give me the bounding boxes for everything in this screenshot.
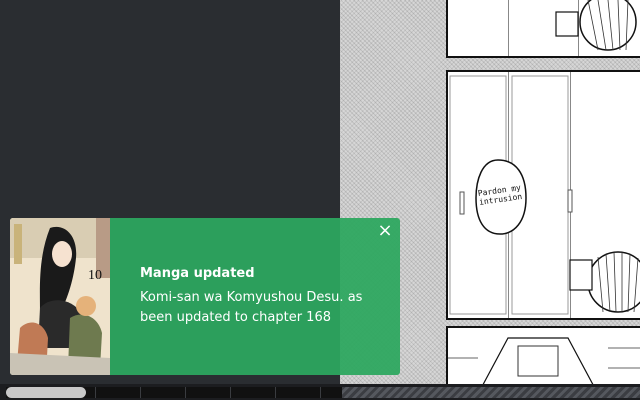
scrollbar-track-unloaded — [342, 387, 640, 398]
update-notification-toast[interactable]: 10 Manga updated Komi-san wa Komyushou D… — [10, 218, 400, 375]
manga-reader-view: Pardon my intrusion 10 Manga updated Kom… — [0, 0, 640, 400]
notification-title: Manga updated — [140, 266, 255, 281]
scrollbar-track[interactable] — [6, 387, 640, 398]
manga-cover-thumbnail: 10 — [10, 218, 110, 375]
notification-message: Komi-san wa Komyushou Desu. as been upda… — [140, 290, 363, 325]
cover-volume-label: 10 — [88, 268, 102, 283]
close-icon[interactable]: × — [376, 222, 394, 240]
manga-panel-top — [446, 0, 640, 58]
scrollbar-thumb[interactable] — [6, 387, 86, 398]
page-progress-scrollbar[interactable] — [0, 384, 640, 400]
